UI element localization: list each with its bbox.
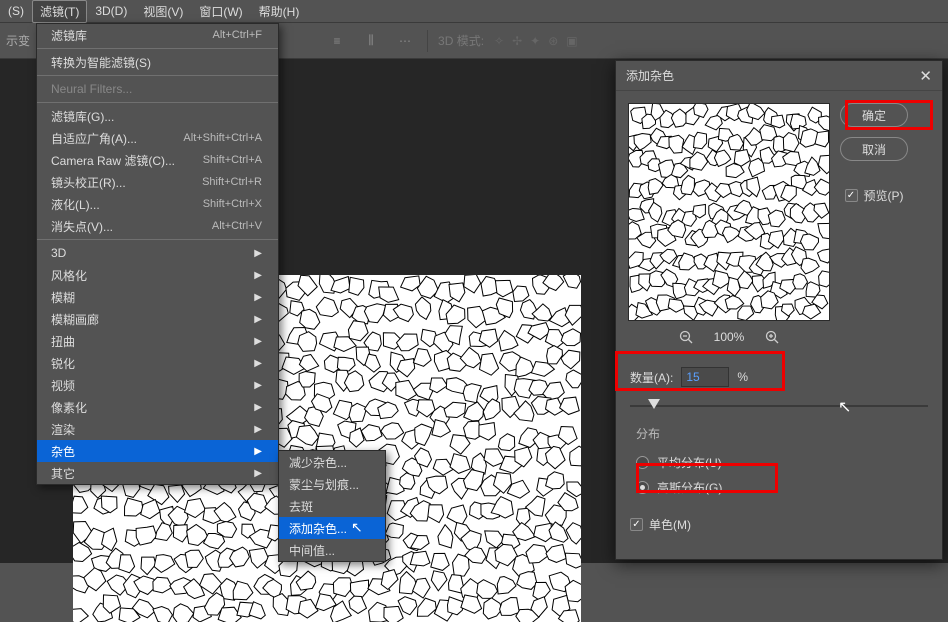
separator bbox=[37, 239, 278, 240]
separator bbox=[37, 48, 278, 49]
menu-s[interactable]: (S) bbox=[0, 1, 32, 21]
close-icon[interactable]: ✕ bbox=[919, 67, 932, 85]
menu-cat-other[interactable]: 其它▶ bbox=[37, 462, 278, 484]
rotate-icon[interactable]: ⊛ bbox=[548, 34, 558, 48]
menu-cat-render[interactable]: 渲染▶ bbox=[37, 418, 278, 440]
menu-lens-correction[interactable]: 镜头校正(R)...Shift+Ctrl+R bbox=[37, 171, 278, 193]
preview-box[interactable] bbox=[628, 103, 830, 321]
menu-help[interactable]: 帮助(H) bbox=[251, 0, 308, 23]
menu-cat-blur[interactable]: 模糊▶ bbox=[37, 286, 278, 308]
cancel-button[interactable]: 取消 bbox=[840, 137, 908, 161]
amount-slider[interactable]: ↖ bbox=[630, 395, 928, 415]
separator bbox=[427, 30, 428, 52]
menu-camera-raw[interactable]: Camera Raw 滤镜(C)...Shift+Ctrl+A bbox=[37, 149, 278, 171]
dialog-title-text: 添加杂色 bbox=[626, 67, 674, 84]
amount-input[interactable] bbox=[681, 367, 729, 387]
noise-submenu: 减少杂色... 蒙尘与划痕... 去斑 添加杂色... 中间值... ↖ bbox=[278, 450, 386, 562]
zoom-in-icon[interactable] bbox=[764, 329, 780, 345]
separator bbox=[37, 75, 278, 76]
3d-mode-icons: ✧ ✢ ✦ ⊛ ▣ bbox=[494, 34, 578, 48]
dialog-titlebar: 添加杂色 ✕ bbox=[616, 61, 942, 91]
menu-3d[interactable]: 3D(D) bbox=[87, 1, 135, 21]
menu-last-filter[interactable]: 滤镜库Alt+Ctrl+F bbox=[37, 24, 278, 46]
menu-adaptive-wide[interactable]: 自适应广角(A)...Alt+Shift+Ctrl+A bbox=[37, 127, 278, 149]
zoom-out-icon[interactable] bbox=[678, 329, 694, 345]
orbit-icon[interactable]: ✧ bbox=[494, 34, 504, 48]
menu-vanishing-point[interactable]: 消失点(V)...Alt+Ctrl+V bbox=[37, 215, 278, 237]
menu-liquify[interactable]: 液化(L)...Shift+Ctrl+X bbox=[37, 193, 278, 215]
radio-icon[interactable] bbox=[636, 456, 649, 469]
menu-cat-video[interactable]: 视频▶ bbox=[37, 374, 278, 396]
menu-filter-gallery[interactable]: 滤镜库(G)... bbox=[37, 105, 278, 127]
menu-cat-sharpen[interactable]: 锐化▶ bbox=[37, 352, 278, 374]
radio-gaussian[interactable]: 高斯分布(G) bbox=[630, 475, 928, 500]
submenu-reduce-noise[interactable]: 减少杂色... bbox=[279, 451, 385, 473]
zoom-level: 100% bbox=[714, 330, 745, 344]
menu-cat-distort[interactable]: 扭曲▶ bbox=[37, 330, 278, 352]
ok-button[interactable]: 确定 bbox=[840, 103, 908, 127]
align-icon-3[interactable]: ⋯ bbox=[393, 29, 417, 53]
menu-cat-3d[interactable]: 3D▶ bbox=[37, 242, 278, 264]
label-3d-mode: 3D 模式: bbox=[438, 32, 484, 49]
menu-cat-noise[interactable]: 杂色▶ bbox=[37, 440, 278, 462]
pan-icon[interactable]: ✢ bbox=[512, 34, 522, 48]
menu-window[interactable]: 窗口(W) bbox=[191, 0, 250, 23]
cursor-icon: ↖ bbox=[838, 397, 851, 417]
mono-label: 单色(M) bbox=[649, 516, 691, 533]
submenu-despeckle[interactable]: 去斑 bbox=[279, 495, 385, 517]
zoom-3d-icon[interactable]: ✦ bbox=[530, 34, 540, 48]
separator bbox=[37, 102, 278, 103]
menu-convert-smart[interactable]: 转换为智能滤镜(S) bbox=[37, 51, 278, 73]
radio-icon[interactable] bbox=[636, 481, 649, 494]
menu-cat-blur-gallery[interactable]: 模糊画廊▶ bbox=[37, 308, 278, 330]
menu-cat-pixelate[interactable]: 像素化▶ bbox=[37, 396, 278, 418]
distribution-label: 分布 bbox=[636, 425, 928, 442]
percent-label: % bbox=[737, 370, 748, 384]
menubar: (S) 滤镜(T) 3D(D) 视图(V) 窗口(W) 帮助(H) bbox=[0, 0, 948, 23]
camera-icon[interactable]: ▣ bbox=[566, 34, 577, 48]
preview-checkbox[interactable]: ✓ bbox=[845, 189, 858, 202]
mono-checkbox[interactable]: ✓ bbox=[630, 518, 643, 531]
submenu-median[interactable]: 中间值... bbox=[279, 539, 385, 561]
radio-uniform[interactable]: 平均分布(U) bbox=[630, 450, 928, 475]
menu-cat-stylize[interactable]: 风格化▶ bbox=[37, 264, 278, 286]
menu-neural-filters[interactable]: Neural Filters... bbox=[37, 78, 278, 100]
zoom-controls: 100% bbox=[628, 329, 830, 345]
align-icon-1[interactable]: ≡ bbox=[325, 29, 349, 53]
slider-thumb[interactable] bbox=[648, 399, 660, 409]
menu-view[interactable]: 视图(V) bbox=[135, 0, 191, 23]
submenu-dust-scratches[interactable]: 蒙尘与划痕... bbox=[279, 473, 385, 495]
align-icon-2[interactable]: ⫼ bbox=[359, 29, 383, 53]
amount-label: 数量(A): bbox=[630, 369, 673, 386]
preview-label: 预览(P) bbox=[864, 187, 904, 204]
submenu-add-noise[interactable]: 添加杂色... bbox=[279, 517, 385, 539]
filter-menu-dropdown: 滤镜库Alt+Ctrl+F 转换为智能滤镜(S) Neural Filters.… bbox=[36, 23, 279, 485]
add-noise-dialog: 添加杂色 ✕ 100% 确定 取消 ✓ 预览(P) bbox=[615, 60, 943, 560]
options-label: 示变 bbox=[6, 32, 30, 49]
menu-filter[interactable]: 滤镜(T) bbox=[32, 0, 87, 23]
